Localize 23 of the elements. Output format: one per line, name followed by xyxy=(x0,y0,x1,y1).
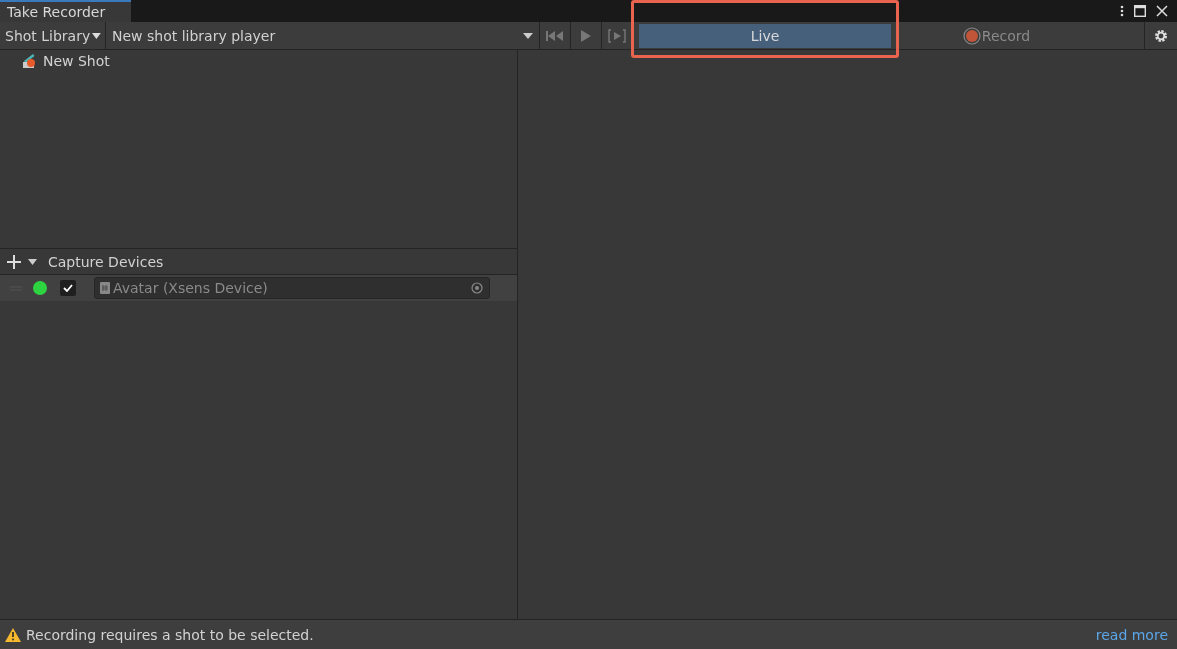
expand-caret-icon[interactable] xyxy=(28,258,37,265)
read-more-link[interactable]: read more xyxy=(1095,626,1168,643)
script-icon xyxy=(100,282,110,294)
player-dropdown[interactable]: New shot library player xyxy=(106,22,539,49)
caret-icon xyxy=(92,32,101,39)
shot-library-menu[interactable]: Shot Library xyxy=(0,22,106,49)
shot-item[interactable]: New Shot xyxy=(0,52,517,70)
record-dot-icon xyxy=(962,26,981,45)
maximize-icon[interactable] xyxy=(1134,5,1146,17)
enable-checkbox[interactable] xyxy=(60,280,76,296)
window-tab[interactable]: Take Recorder xyxy=(0,0,131,22)
target-icon[interactable] xyxy=(471,282,483,294)
close-icon[interactable] xyxy=(1156,5,1168,17)
caret-icon xyxy=(523,32,533,39)
section-title: Capture Devices xyxy=(48,253,164,270)
add-icon[interactable] xyxy=(7,254,21,269)
checkmark-icon xyxy=(63,284,73,292)
device-field[interactable]: Avatar (Xsens Device) xyxy=(94,277,490,299)
live-mode-button[interactable]: Live xyxy=(639,23,891,48)
clapper-icon xyxy=(22,53,38,69)
more-options-icon[interactable] xyxy=(1120,5,1124,17)
warning-icon xyxy=(5,627,21,642)
status-message: Recording requires a shot to be selected. xyxy=(26,626,315,643)
